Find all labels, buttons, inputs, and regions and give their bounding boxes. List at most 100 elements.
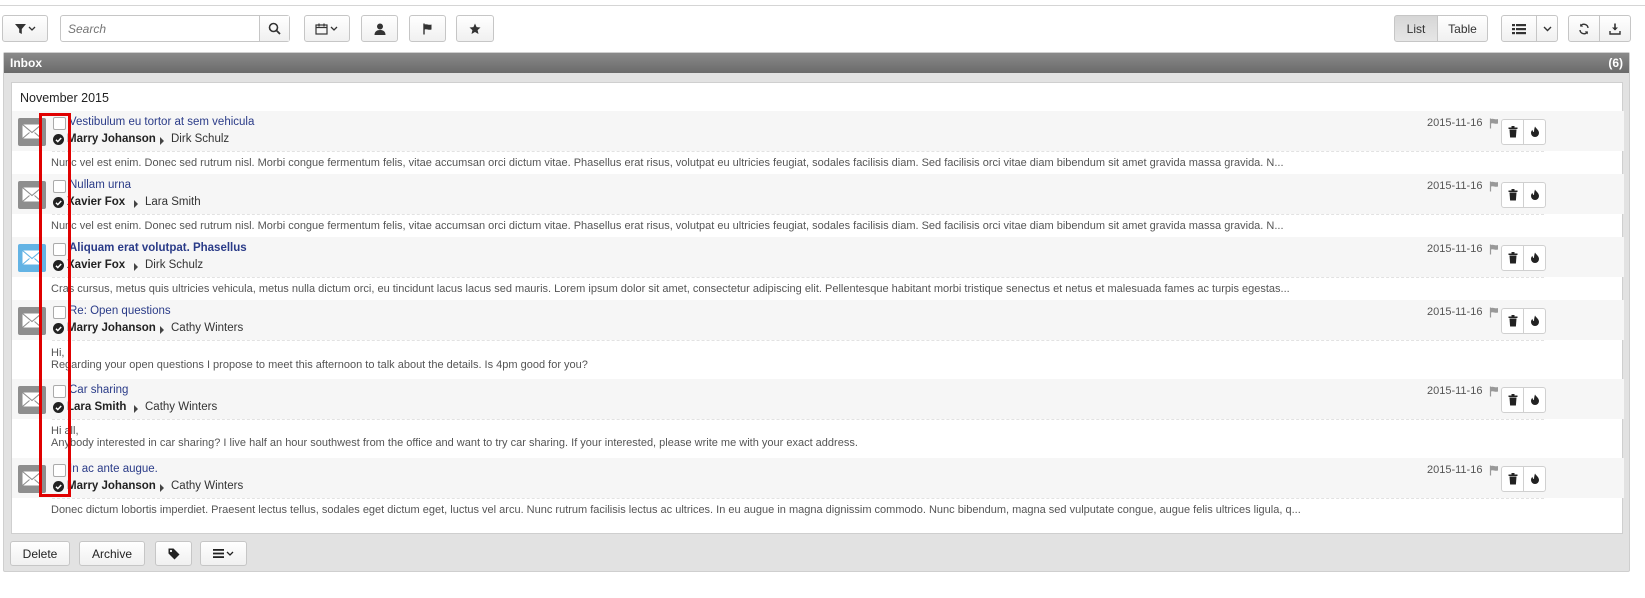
mail-sender: Marry Johanson [67, 322, 156, 334]
mail-preview: Nunc vel est enim. Donec sed rutrum nisl… [51, 220, 1284, 232]
list-style-dropdown-button[interactable] [1536, 15, 1558, 42]
mail-date: 2015-11-16 [1427, 385, 1483, 397]
mail-subject-link[interactable]: Re: Open questions [69, 305, 171, 317]
burn-mail-button[interactable] [1523, 387, 1546, 413]
delete-mail-button[interactable] [1501, 308, 1524, 334]
mail-item[interactable]: In ac ante augue. Marry Johanson Cathy W… [12, 458, 1624, 520]
download-button[interactable] [1599, 15, 1631, 42]
mail-date: 2015-11-16 [1427, 243, 1483, 255]
mail-date: 2015-11-16 [1427, 117, 1483, 129]
delete-mail-button[interactable] [1501, 387, 1524, 413]
burn-mail-button[interactable] [1523, 466, 1546, 492]
trash-icon [1508, 252, 1517, 264]
mail-preview: Cras cursus, metus quis ultricies vehicu… [51, 283, 1290, 295]
chevron-down-icon [1543, 26, 1551, 31]
person-filter-button[interactable] [361, 15, 398, 42]
star-icon [469, 23, 481, 34]
mail-divider [52, 214, 1544, 215]
fire-icon [1530, 189, 1539, 200]
mail-divider [52, 151, 1544, 152]
delete-mail-button[interactable] [1501, 466, 1524, 492]
mail-recipient: Dirk Schulz [171, 133, 230, 145]
tag-icon [168, 548, 179, 559]
mail-header [12, 379, 1624, 419]
archive-button-label: Archive [91, 546, 132, 561]
caret-right-icon [134, 200, 138, 208]
mail-divider [52, 419, 1544, 420]
mail-recipient: Dirk Schulz [145, 259, 204, 271]
month-heading: November 2015 [20, 91, 109, 105]
burn-mail-button[interactable] [1523, 182, 1546, 208]
star-filter-button[interactable] [456, 15, 494, 42]
more-actions-button[interactable] [200, 541, 247, 566]
view-table-label: Table [1448, 21, 1477, 36]
filter-dropdown-button[interactable] [2, 15, 48, 42]
caret-right-icon [160, 484, 164, 492]
mail-subject-link[interactable]: In ac ante augue. [69, 463, 158, 475]
mail-sender: Marry Johanson [67, 133, 156, 145]
flag-icon[interactable] [1489, 386, 1500, 397]
tag-button[interactable] [155, 541, 192, 566]
view-table-button[interactable]: Table [1437, 15, 1488, 42]
search-icon [268, 22, 281, 35]
mail-recipient: Cathy Winters [145, 401, 218, 413]
mail-item[interactable]: Re: Open questions Marry Johanson Cathy … [12, 300, 1624, 377]
flag-icon[interactable] [1489, 181, 1500, 192]
flag-icon[interactable] [1489, 465, 1500, 476]
flag-filter-button[interactable] [409, 15, 446, 42]
delete-mail-button[interactable] [1501, 245, 1524, 271]
mail-date: 2015-11-16 [1427, 464, 1483, 476]
mail-divider [52, 340, 1544, 341]
fire-icon [1530, 315, 1539, 326]
view-list-button[interactable]: List [1394, 15, 1438, 42]
mail-header [12, 300, 1624, 340]
flag-icon[interactable] [1489, 244, 1500, 255]
mail-subject-link[interactable]: Vestibulum eu tortor at sem vehicula [69, 116, 254, 128]
mail-recipient: Lara Smith [145, 196, 201, 208]
caret-right-icon [160, 137, 164, 145]
caret-right-icon [160, 326, 164, 334]
burn-mail-button[interactable] [1523, 308, 1546, 334]
mail-sender: Lara Smith [67, 401, 127, 413]
list-style-button[interactable] [1501, 15, 1537, 42]
archive-button[interactable]: Archive [79, 541, 145, 566]
refresh-button[interactable] [1568, 15, 1600, 42]
search-input[interactable] [61, 16, 261, 41]
trash-icon [1508, 126, 1517, 138]
mail-divider [52, 277, 1544, 278]
mail-item[interactable]: Car sharing Lara Smith Cathy Winters 201… [12, 379, 1624, 455]
mail-item[interactable]: Nullam urna Xavier Fox Lara Smith 2015-1… [12, 174, 1624, 236]
mail-subject-link[interactable]: Car sharing [69, 384, 128, 396]
delete-button[interactable]: Delete [10, 541, 70, 566]
flag-icon[interactable] [1489, 118, 1500, 129]
mail-item[interactable]: Vestibulum eu tortor at sem vehicula Mar… [12, 111, 1624, 173]
caret-right-icon [134, 263, 138, 271]
burn-mail-button[interactable] [1523, 119, 1546, 145]
person-icon [374, 23, 385, 35]
burn-mail-button[interactable] [1523, 245, 1546, 271]
view-list-label: List [1406, 21, 1426, 36]
delete-mail-button[interactable] [1501, 119, 1524, 145]
search-button[interactable] [259, 16, 289, 41]
mail-date: 2015-11-16 [1427, 306, 1483, 318]
mail-header [12, 237, 1624, 277]
mail-date: 2015-11-16 [1427, 180, 1483, 192]
trash-icon [1508, 394, 1517, 406]
mail-preview-line: Anybody interested in car sharing? I liv… [51, 437, 858, 449]
refresh-icon [1579, 23, 1589, 34]
date-filter-button[interactable] [304, 15, 350, 42]
mail-item[interactable]: Aliquam erat volutpat. Phasellus Xavier … [12, 237, 1624, 299]
mail-recipient: Cathy Winters [171, 322, 244, 334]
filter-icon [15, 23, 36, 34]
mail-subject-link[interactable]: Nullam urna [69, 179, 131, 191]
flag-icon[interactable] [1489, 307, 1500, 318]
download-icon [1609, 23, 1621, 35]
flag-icon [422, 23, 431, 34]
menu-icon [212, 549, 233, 558]
mail-subject-link[interactable]: Aliquam erat volutpat. Phasellus [69, 242, 247, 254]
fire-icon [1530, 126, 1539, 137]
delete-mail-button[interactable] [1501, 182, 1524, 208]
mail-preview: Donec dictum lobortis imperdiet. Praesen… [51, 504, 1301, 516]
inbox-panel: Inbox (6) November 2015 Vestibulum eu to… [3, 52, 1630, 572]
inbox-header: Inbox (6) [4, 53, 1629, 73]
